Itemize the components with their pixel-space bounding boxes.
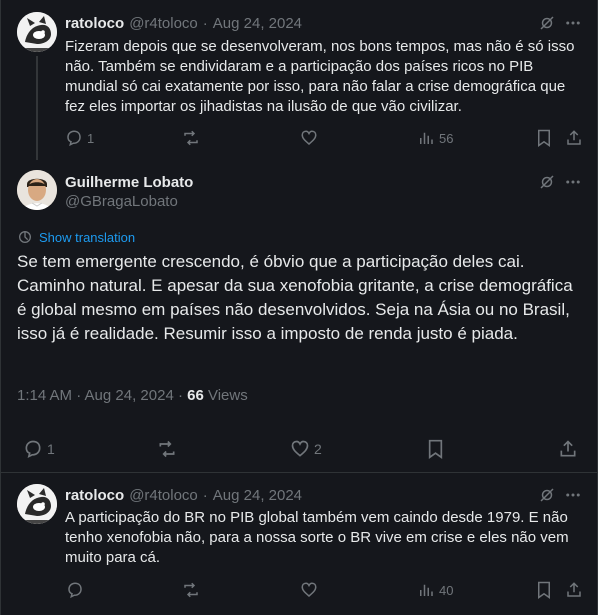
share-icon (567, 130, 581, 145)
person-avatar-icon (17, 170, 57, 210)
more-options-icon[interactable] (563, 485, 583, 505)
translate-icon (17, 229, 33, 245)
share-icon (560, 440, 576, 457)
post-timestamp[interactable]: 1:14 AM · Aug 24, 2024 · (17, 387, 187, 404)
grok-icon[interactable] (537, 172, 557, 192)
bookmark-button[interactable] (534, 128, 554, 148)
repost-icon (159, 440, 175, 458)
author-handle[interactable]: @GBragaLobato (65, 193, 178, 210)
repost-icon (184, 582, 198, 598)
author-handle[interactable]: @r4toloco (129, 487, 198, 504)
heart-icon (290, 439, 310, 459)
bookmark-button[interactable] (424, 438, 446, 460)
bookmark-icon (538, 581, 550, 599)
views-count: 56 (439, 130, 454, 146)
like-button[interactable] (299, 580, 319, 600)
grok-icon[interactable] (537, 485, 557, 505)
separator-dot: · (202, 14, 208, 32)
post-header: Guilherme Lobato (65, 172, 193, 192)
reply-count: 1 (47, 441, 55, 457)
author-avatar[interactable] (17, 12, 57, 52)
post-date[interactable]: Aug 24, 2024 (213, 15, 302, 32)
handle-row: @GBragaLobato (65, 192, 178, 210)
heart-icon (301, 582, 317, 597)
bookmark-icon (538, 129, 550, 147)
views-count: 40 (439, 582, 454, 598)
separator-dot: · (202, 486, 208, 504)
reply-button[interactable]: 1 (65, 128, 94, 148)
author-name[interactable]: ratoloco (65, 15, 124, 32)
rat-avatar-icon (17, 12, 57, 52)
reply-icon (65, 129, 83, 147)
post-text: A participação do BR no PIB global també… (65, 509, 569, 566)
more-options-icon[interactable] (563, 13, 583, 33)
share-button[interactable] (557, 438, 579, 460)
repost-icon (184, 130, 198, 146)
post-text: Se tem emergente crescendo, é óbvio que … (17, 252, 573, 343)
more-options-icon[interactable] (563, 172, 583, 192)
bookmark-icon (428, 439, 442, 459)
reply-button[interactable] (65, 580, 85, 600)
like-count: 2 (314, 441, 322, 457)
post-header: ratoloco @r4toloco · Aug 24, 2024 (65, 13, 302, 33)
views-button[interactable]: 56 (417, 128, 453, 148)
author-handle[interactable]: @r4toloco (129, 15, 198, 32)
like-button[interactable] (299, 128, 319, 148)
like-button[interactable]: 2 (290, 438, 322, 460)
repost-button[interactable] (181, 580, 201, 600)
reply-count: 1 (87, 130, 95, 146)
post-meta: 1:14 AM · Aug 24, 2024 · 66 Views (17, 387, 248, 407)
author-name[interactable]: Guilherme Lobato (65, 174, 193, 191)
bookmark-button[interactable] (534, 580, 554, 600)
post-date[interactable]: Aug 24, 2024 (213, 487, 302, 504)
views-count: 66 (187, 387, 204, 404)
author-name[interactable]: ratoloco (65, 487, 124, 504)
author-avatar[interactable] (17, 484, 57, 524)
rat-avatar-icon (17, 484, 57, 524)
reply-icon (68, 582, 82, 599)
grok-icon[interactable] (537, 13, 557, 33)
views-button[interactable]: 40 (417, 580, 453, 600)
heart-icon (301, 130, 317, 145)
views-icon (417, 581, 435, 599)
share-button[interactable] (564, 128, 584, 148)
post-header: ratoloco @r4toloco · Aug 24, 2024 (65, 485, 302, 505)
repost-button[interactable] (181, 128, 201, 148)
show-translation-link[interactable]: Show translation (17, 228, 135, 246)
show-translation-label: Show translation (39, 229, 136, 245)
thread-line (36, 56, 38, 160)
divider (1, 472, 598, 473)
share-button[interactable] (564, 580, 584, 600)
repost-button[interactable] (156, 438, 178, 460)
views-icon (417, 129, 435, 147)
views-label: Views (203, 387, 248, 404)
conversation-frame: ratoloco @r4toloco · Aug 24, 2024 Fizera… (0, 0, 598, 615)
reply-button[interactable]: 1 (23, 438, 55, 460)
share-icon (567, 582, 581, 597)
post-text: Fizeram depois que se desenvolveram, nos… (65, 38, 575, 115)
reply-icon (23, 439, 43, 459)
author-avatar[interactable] (17, 170, 57, 210)
